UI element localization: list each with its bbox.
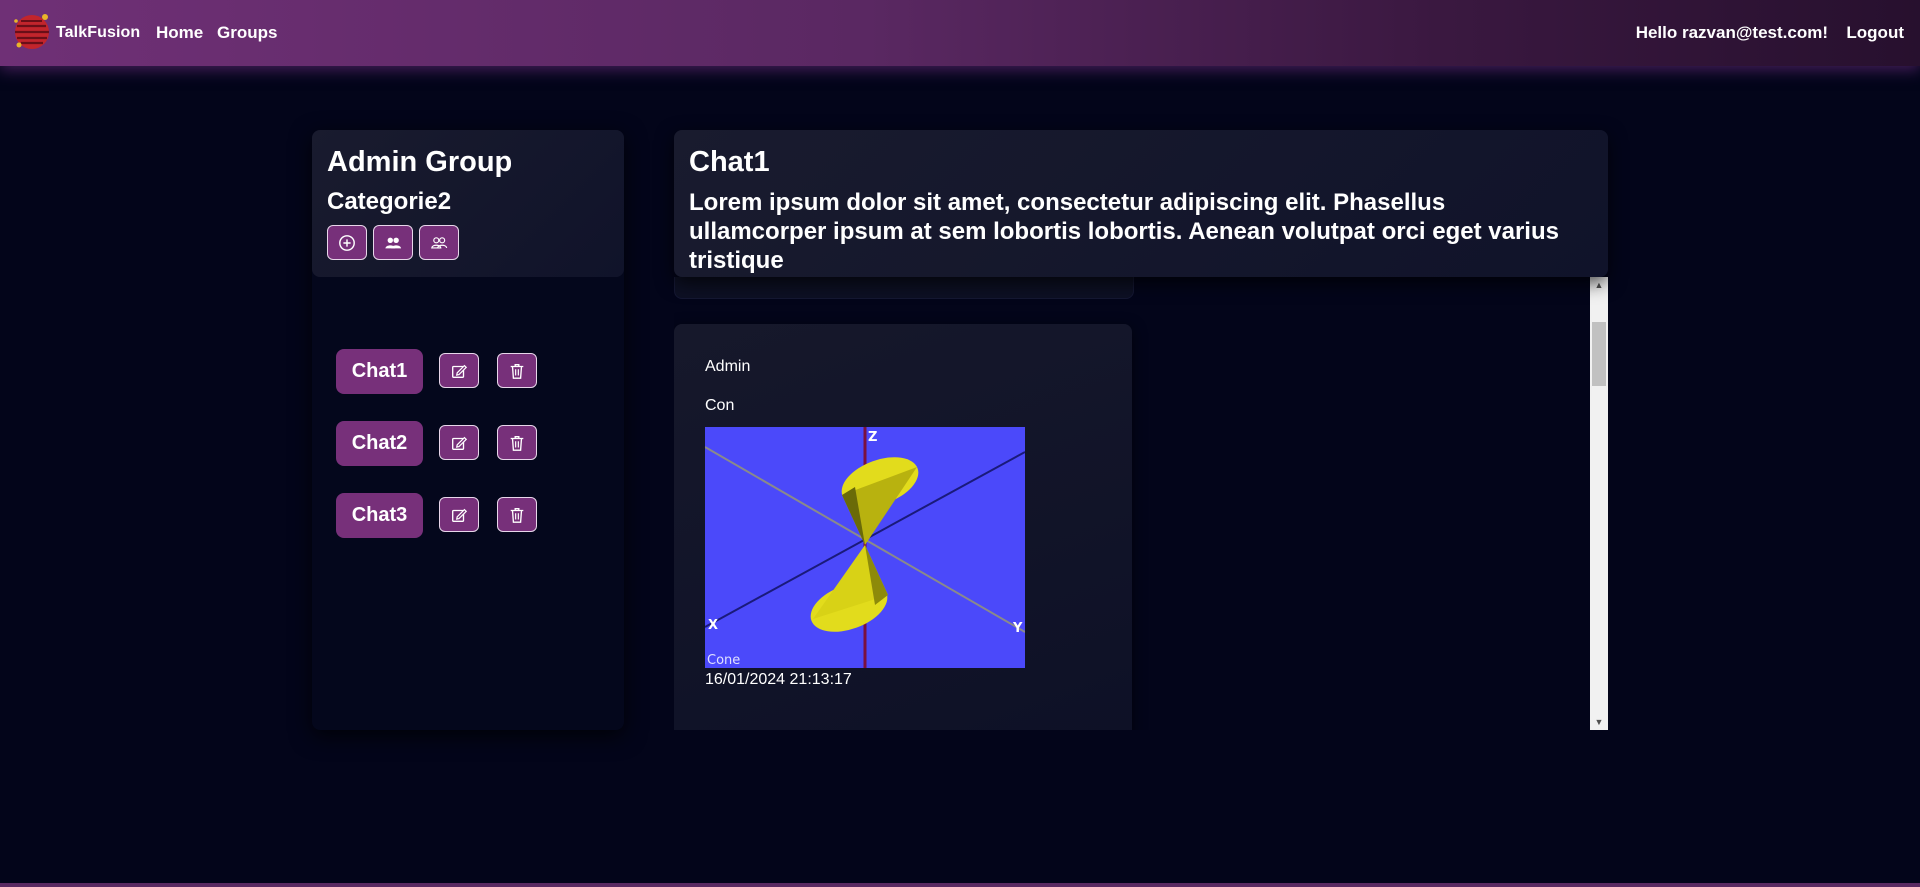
- message-timestamp: 16/01/2024 21:13:17: [705, 671, 852, 688]
- message-card: Admin Con Z X Y Cone 16/01/2024 21:13:17: [674, 324, 1132, 730]
- edit-chat-button-1[interactable]: [439, 353, 479, 388]
- message-author: Admin: [705, 358, 751, 375]
- chat-button-1[interactable]: Chat1: [336, 349, 423, 394]
- navbar: TalkFusion Home Groups Hello razvan@test…: [0, 0, 1920, 66]
- previous-message-card: [674, 277, 1134, 299]
- users-icon: [385, 237, 402, 248]
- group-title: Admin Group: [327, 146, 513, 178]
- users-outline-icon: [431, 236, 448, 249]
- scroll-up-arrow-icon[interactable]: ▲: [1590, 277, 1608, 293]
- members-button[interactable]: [373, 225, 413, 260]
- edit-chat-button-3[interactable]: [439, 497, 479, 532]
- scroll-down-arrow-icon[interactable]: ▼: [1590, 714, 1608, 730]
- nav-link-home[interactable]: Home: [156, 23, 203, 43]
- image-caption: Cone: [707, 653, 740, 668]
- footer-divider: [0, 883, 1920, 887]
- image-axis-label-x: X: [708, 618, 718, 633]
- image-axis-label-y: Y: [1012, 621, 1023, 636]
- image-axis-label-z: Z: [868, 430, 877, 445]
- edit-icon: [452, 508, 468, 522]
- brand-name[interactable]: TalkFusion: [56, 24, 140, 42]
- trash-icon: [510, 435, 524, 451]
- message-image[interactable]: Z X Y Cone: [705, 427, 1025, 668]
- planet-logo-icon[interactable]: [12, 12, 52, 52]
- manage-members-button[interactable]: [419, 225, 459, 260]
- edit-chat-button-2[interactable]: [439, 425, 479, 460]
- add-chat-button[interactable]: [327, 225, 367, 260]
- chat-title: Chat1: [689, 146, 770, 178]
- trash-icon: [510, 507, 524, 523]
- chat-header: Chat1 Lorem ipsum dolor sit amet, consec…: [674, 130, 1608, 277]
- message-scrollbar[interactable]: ▲ ▼: [1590, 277, 1608, 730]
- nav-link-groups[interactable]: Groups: [217, 23, 277, 43]
- user-greeting: Hello razvan@test.com!: [1635, 23, 1828, 42]
- trash-icon: [510, 363, 524, 379]
- chat-description: Lorem ipsum dolor sit amet, consectetur …: [689, 189, 1559, 274]
- message-list[interactable]: Admin Con Z X Y Cone 16/01/2024 21:13:17: [674, 277, 1608, 730]
- edit-icon: [452, 364, 468, 378]
- edit-icon: [452, 436, 468, 450]
- group-category: Categorie2: [327, 188, 452, 215]
- message-text: Con: [705, 397, 735, 414]
- chat-button-3[interactable]: Chat3: [336, 493, 423, 538]
- group-sidebar: Admin Group Categorie2 Chat1 Chat2 Chat3: [312, 130, 624, 730]
- delete-chat-button-3[interactable]: [497, 497, 537, 532]
- logout-link[interactable]: Logout: [1846, 23, 1904, 43]
- group-header: Admin Group Categorie2: [312, 130, 624, 277]
- delete-chat-button-2[interactable]: [497, 425, 537, 460]
- plus-circle-icon: [339, 234, 355, 251]
- delete-chat-button-1[interactable]: [497, 353, 537, 388]
- chat-button-2[interactable]: Chat2: [336, 421, 423, 466]
- scroll-thumb[interactable]: [1592, 322, 1606, 386]
